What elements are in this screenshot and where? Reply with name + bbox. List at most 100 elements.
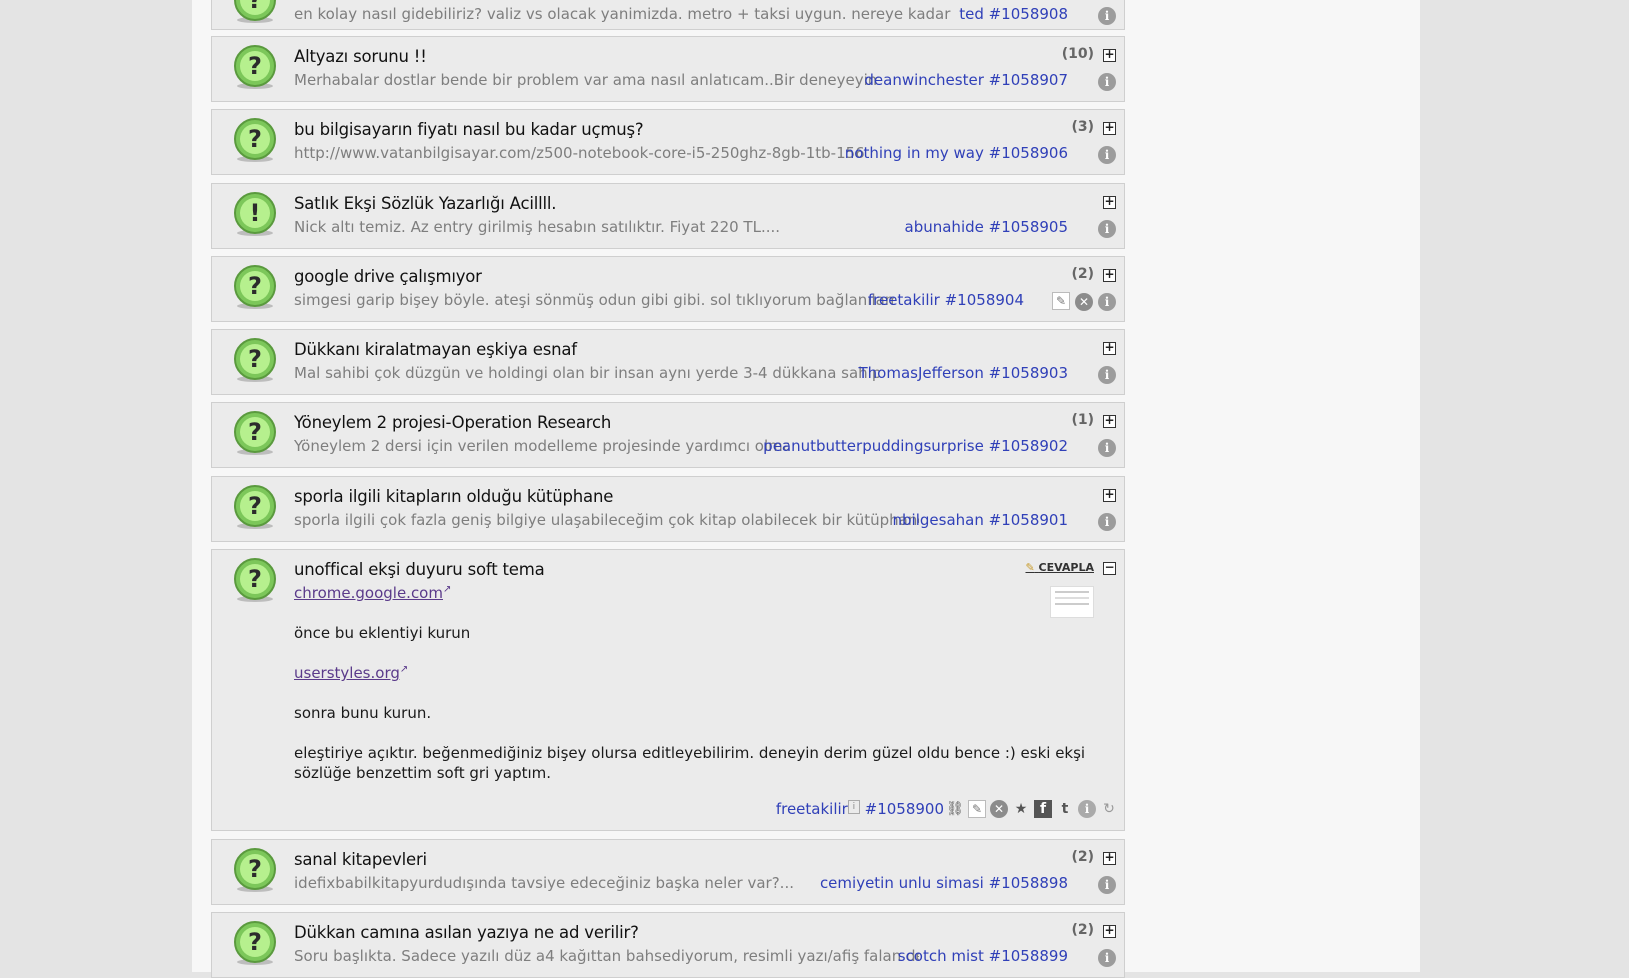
entry-snippet: Mal sahibi çok düzgün ve holdingi olan b… (294, 364, 879, 382)
question-entry[interactable]: ? google drive çalışmıyor simgesi garip … (211, 256, 1125, 322)
body-line: önce bu eklentiyi kurun (294, 624, 471, 642)
entry-title[interactable]: bu bilgisayarın fiyatı nasıl bu kadar uç… (294, 120, 644, 139)
entry-title[interactable]: Altyazı sorunu !! (294, 47, 427, 66)
entry-author-link[interactable]: ted #1058908 (959, 5, 1068, 23)
question-entry[interactable]: ? Dükkan camına asılan yazıya ne ad veri… (211, 912, 1125, 978)
info-icon[interactable]: i (1098, 293, 1116, 311)
link-text[interactable]: chrome.google.com (294, 584, 443, 602)
edit-icon[interactable]: ✎ (968, 800, 986, 818)
question-entry[interactable]: ? Yöneylem 2 projesi-Operation Research … (211, 402, 1125, 468)
entry-author-link[interactable]: freetakilir #1058904 (868, 291, 1024, 309)
question-entry[interactable]: ? sanal kitapevleri idefixbabilkitapyurd… (211, 839, 1125, 905)
external-link-icon: ↗ (442, 584, 452, 595)
expand-plus-icon[interactable]: + (1103, 488, 1116, 502)
body-line: sonra bunu kurun. (294, 704, 432, 722)
entry-author-link[interactable]: nothing in my way #1058906 (845, 144, 1068, 162)
entry-title[interactable]: google drive çalışmıyor (294, 267, 482, 286)
link-text[interactable]: userstyles.org (294, 664, 400, 682)
expand-plus-icon[interactable]: + (1103, 195, 1116, 209)
info-icon[interactable]: i (1098, 73, 1116, 91)
question-mark-icon: ? (234, 485, 276, 529)
question-mark-icon: ? (234, 265, 276, 309)
reply-count: (1) (1071, 412, 1094, 428)
star-icon[interactable]: ★ (1012, 800, 1030, 818)
entry-title[interactable]: Yöneylem 2 projesi-Operation Research (294, 413, 611, 432)
info-icon[interactable]: i (1098, 876, 1116, 894)
entry-snippet: Yöneylem 2 dersi için verilen modelleme … (294, 437, 789, 455)
question-mark-icon: ? (234, 338, 276, 382)
pencil-icon: ✎ (1025, 561, 1035, 574)
reply-count: (10) (1061, 46, 1094, 62)
entry-author-link[interactable]: peanutbutterpuddingsurprise #1058902 (763, 437, 1068, 455)
entry-title[interactable]: Satlık Ekşi Sözlük Yazarlığı Acillll. (294, 194, 556, 213)
delete-icon[interactable]: ✕ (1075, 293, 1093, 311)
expand-plus-icon[interactable]: + (1103, 851, 1116, 865)
question-entry[interactable]: ? sporla ilgili kitapların olduğu kütüph… (211, 476, 1125, 542)
question-entry[interactable]: ? Dükkanı kiralatmayan eşkiya esnaf Mal … (211, 329, 1125, 395)
entry-footer: freetakilir i #1058900 (776, 800, 944, 818)
expand-plus-icon[interactable]: + (1103, 341, 1116, 355)
svg-text:?: ? (248, 125, 262, 153)
entry-title[interactable]: Dükkan camına asılan yazıya ne ad verili… (294, 923, 639, 942)
external-link[interactable]: chrome.google.com↗ (294, 584, 451, 602)
twitter-icon[interactable]: t (1056, 800, 1074, 818)
reply-button-label: CEVAPLA (1038, 561, 1094, 574)
svg-text:?: ? (248, 0, 262, 14)
question-entry[interactable]: ? Altyazı sorunu !! Merhabalar dostlar b… (211, 36, 1125, 102)
author-link[interactable]: freetakilir (776, 800, 848, 818)
question-entry[interactable]: ! Satlık Ekşi Sözlük Yazarlığı Acillll. … (211, 183, 1125, 249)
entry-snippet: sporla ilgili çok fazla geniş bilgiye ul… (294, 511, 919, 529)
expand-plus-icon[interactable]: + (1103, 121, 1116, 135)
info-icon[interactable]: i (1098, 513, 1116, 531)
entry-author-link[interactable]: cemiyetin unlu simasi #1058898 (820, 874, 1068, 892)
entry-title[interactable]: sporla ilgili kitapların olduğu kütüphan… (294, 487, 613, 506)
reply-count: (2) (1071, 266, 1094, 282)
body-paragraph-line: sözlüğe benzettim soft gri yaptım. (294, 764, 552, 782)
link-chain-icon[interactable]: ⛓ (946, 800, 964, 818)
refresh-icon[interactable]: ↻ (1100, 800, 1118, 818)
entry-id-link[interactable]: #1058900 (865, 800, 944, 818)
svg-text:?: ? (248, 345, 262, 373)
info-icon[interactable]: i (1098, 366, 1116, 384)
question-mark-icon: ? (234, 921, 276, 965)
reply-count: (2) (1071, 849, 1094, 865)
expand-plus-icon[interactable]: + (1103, 48, 1116, 62)
info-icon[interactable]: i (1098, 949, 1116, 967)
edit-icon[interactable]: ✎ (1052, 292, 1070, 310)
reply-count: (2) (1071, 922, 1094, 938)
reply-button[interactable]: ✎ CEVAPLA (1025, 561, 1094, 574)
question-mark-icon: ? (234, 0, 276, 23)
author-info-icon[interactable]: i (847, 800, 860, 814)
entry-author-link[interactable]: ThomasJefferson #1058903 (859, 364, 1069, 382)
info-icon[interactable]: i (1098, 146, 1116, 164)
entry-title[interactable]: Dükkanı kiralatmayan eşkiya esnaf (294, 340, 577, 359)
question-entry[interactable]: ? en kolay nasıl gidebiliriz? valiz vs o… (211, 0, 1125, 30)
info-icon[interactable]: i (1098, 439, 1116, 457)
external-link[interactable]: userstyles.org↗ (294, 664, 408, 682)
svg-text:!: ! (250, 199, 261, 227)
facebook-icon[interactable]: f (1034, 800, 1052, 818)
reply-count: (3) (1071, 119, 1094, 135)
info-icon[interactable]: i (1098, 7, 1116, 25)
collapse-minus-icon[interactable]: − (1103, 561, 1116, 575)
entry-author-link[interactable]: deanwinchester #1058907 (864, 71, 1068, 89)
info-icon[interactable]: i (1098, 220, 1116, 238)
svg-text:?: ? (248, 272, 262, 300)
exclamation-icon: ! (234, 192, 276, 236)
entry-title[interactable]: unoffical ekşi duyuru soft tema (294, 560, 545, 579)
expand-plus-icon[interactable]: + (1103, 924, 1116, 938)
entry-title[interactable]: sanal kitapevleri (294, 850, 427, 869)
entry-author-link[interactable]: abunahide #1058905 (905, 218, 1068, 236)
thumbnail-image[interactable] (1050, 586, 1094, 618)
entry-snippet: Merhabalar dostlar bende bir problem var… (294, 71, 879, 89)
question-entry[interactable]: ? bu bilgisayarın fiyatı nasıl bu kadar … (211, 109, 1125, 175)
entry-author-link[interactable]: nbilgesahan #1058901 (893, 511, 1068, 529)
info-icon[interactable]: i (1078, 800, 1096, 818)
expand-plus-icon[interactable]: + (1103, 268, 1116, 282)
entry-author-link[interactable]: scotch mist #1058899 (898, 947, 1068, 965)
expand-plus-icon[interactable]: + (1103, 414, 1116, 428)
svg-text:?: ? (248, 565, 262, 593)
entry-snippet: http://www.vatanbilgisayar.com/z500-note… (294, 144, 864, 162)
delete-icon[interactable]: ✕ (990, 800, 1008, 818)
svg-text:?: ? (248, 928, 262, 956)
